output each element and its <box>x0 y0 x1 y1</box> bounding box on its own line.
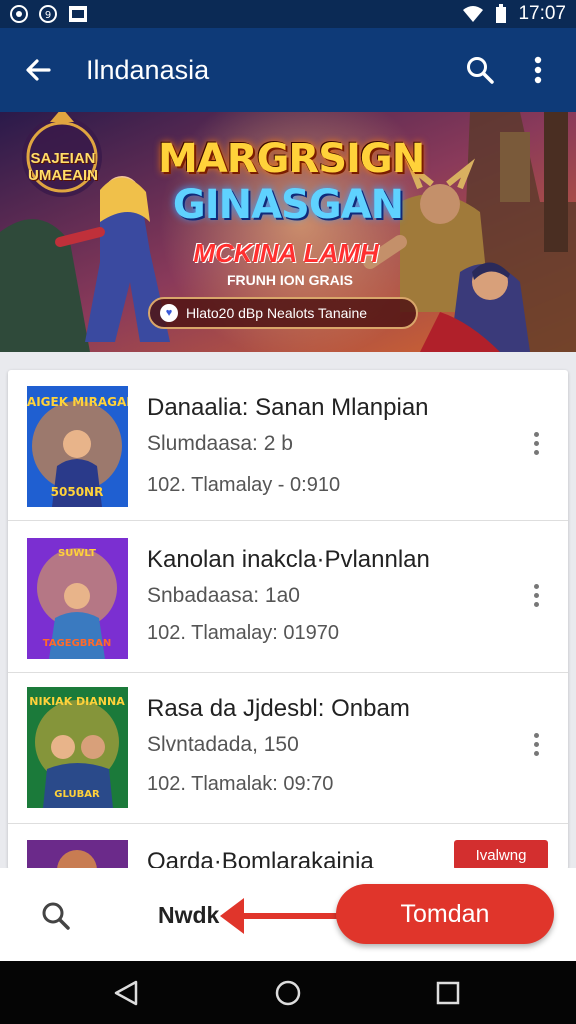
wifi-icon <box>463 6 484 22</box>
battery-icon <box>496 4 507 23</box>
game-thumbnail: SUWLT TAGEGBRAN <box>27 538 128 659</box>
sync-icon: 9 <box>39 5 57 23</box>
app-bar: Ilndanasia <box>0 28 576 112</box>
item-more-button[interactable] <box>524 580 548 610</box>
banner-title: MARGRSIGN GINASGAN <box>158 136 425 228</box>
item-subtitle: Slumdaasa: 2 b <box>147 432 293 455</box>
system-nav-bar <box>0 961 576 1024</box>
game-thumbnail: NIKIAK DIANNA GLUBAR <box>27 687 128 808</box>
banner-title-line2: GINASGAN <box>172 182 404 228</box>
heart-check-icon: ♥ <box>160 304 178 322</box>
more-options-button[interactable] <box>516 48 560 92</box>
arrow-left-red-icon <box>220 898 356 934</box>
more-vertical-icon <box>533 732 539 738</box>
list-item[interactable]: NIKIAK DIANNA GLUBAR Rasa da Jjdesbl: On… <box>8 673 568 824</box>
bottom-search-button[interactable] <box>38 898 74 934</box>
image-icon <box>69 6 87 22</box>
thumb-caption: 5050NR <box>51 485 104 499</box>
thumb-caption: GLUBAR <box>54 789 100 800</box>
search-button[interactable] <box>458 48 502 92</box>
bottom-label[interactable]: Nwdk <box>158 902 219 929</box>
nav-home-button[interactable] <box>272 977 304 1009</box>
status-time: 17:07 <box>518 3 566 24</box>
item-subtitle: Snbadaasa: 1a0 <box>147 584 300 607</box>
item-meta: 102. Tlamalay: 01970 <box>147 622 339 644</box>
more-vertical-icon <box>533 583 539 589</box>
nav-recents-button[interactable] <box>432 977 464 1009</box>
thumb-title: RAIGEK MIRAGAN <box>27 395 128 409</box>
item-title: Danaalia: Sanan Mlanpian <box>147 394 429 421</box>
status-bar: 9 17:07 <box>0 0 576 28</box>
thumb-title: SUWLT <box>58 548 96 559</box>
svg-text:9: 9 <box>45 10 51 21</box>
item-title: Oarda·Bomlarakainia <box>147 848 374 870</box>
bottom-action-bar: Nwdk Tomdan <box>0 868 576 961</box>
promo-banner[interactable]: SAJEIAN UMAEAIN MARGRSIGN GINASGAN MCKIN… <box>0 112 576 352</box>
primary-action-button[interactable]: Tomdan <box>336 884 554 944</box>
search-icon <box>42 902 70 930</box>
back-button[interactable] <box>16 48 60 92</box>
recents-square-icon <box>436 981 460 1005</box>
item-meta: 102. Tlamalak: 09:70 <box>147 773 334 795</box>
more-vertical-icon <box>534 56 542 84</box>
search-icon <box>467 57 494 84</box>
game-list: RAIGEK MIRAGAN 5050NR Danaalia: Sanan Ml… <box>8 370 568 870</box>
banner-pill-label: Hlato20 dBp Nealots Tanaine <box>186 305 368 321</box>
thumb-caption: TAGEGBRAN <box>43 638 111 649</box>
banner-pill-button[interactable]: ♥ Hlato20 dBp Nealots Tanaine <box>148 297 418 329</box>
item-title: Kanolan inakcla·Pvlannlan <box>147 546 430 573</box>
item-more-button[interactable] <box>524 729 548 759</box>
game-thumbnail <box>27 840 128 870</box>
list-item[interactable]: SUWLT TAGEGBRAN Kanolan inakcla·Pvlannla… <box>8 522 568 673</box>
status-badge[interactable]: Ivalwng <box>454 840 548 870</box>
page-title: Ilndanasia <box>86 54 210 85</box>
game-thumbnail: RAIGEK MIRAGAN 5050NR <box>27 386 128 507</box>
more-vertical-icon <box>533 431 539 437</box>
banner-logo: SAJEIAN UMAEAIN <box>28 150 98 184</box>
home-circle-icon <box>275 980 301 1006</box>
thumb-title: NIKIAK DIANNA <box>29 695 125 708</box>
item-more-button[interactable] <box>524 428 548 458</box>
banner-subtitle: MCKINA LAMH <box>193 238 379 268</box>
list-item[interactable]: RAIGEK MIRAGAN 5050NR Danaalia: Sanan Ml… <box>8 370 568 521</box>
item-title: Rasa da Jjdesbl: Onbam <box>147 695 410 722</box>
nav-back-button[interactable] <box>110 977 142 1009</box>
arrow-left-icon <box>26 59 51 81</box>
item-subtitle: Slvntadada, 150 <box>147 733 299 756</box>
item-meta: 102. Tlamalay - 0:910 <box>147 474 341 496</box>
back-triangle-icon <box>114 980 138 1006</box>
banner-tagline: FRUNH ION GRAIS <box>227 272 353 288</box>
banner-title-line1: MARGRSIGN <box>158 136 425 182</box>
dot-icon <box>10 5 28 23</box>
